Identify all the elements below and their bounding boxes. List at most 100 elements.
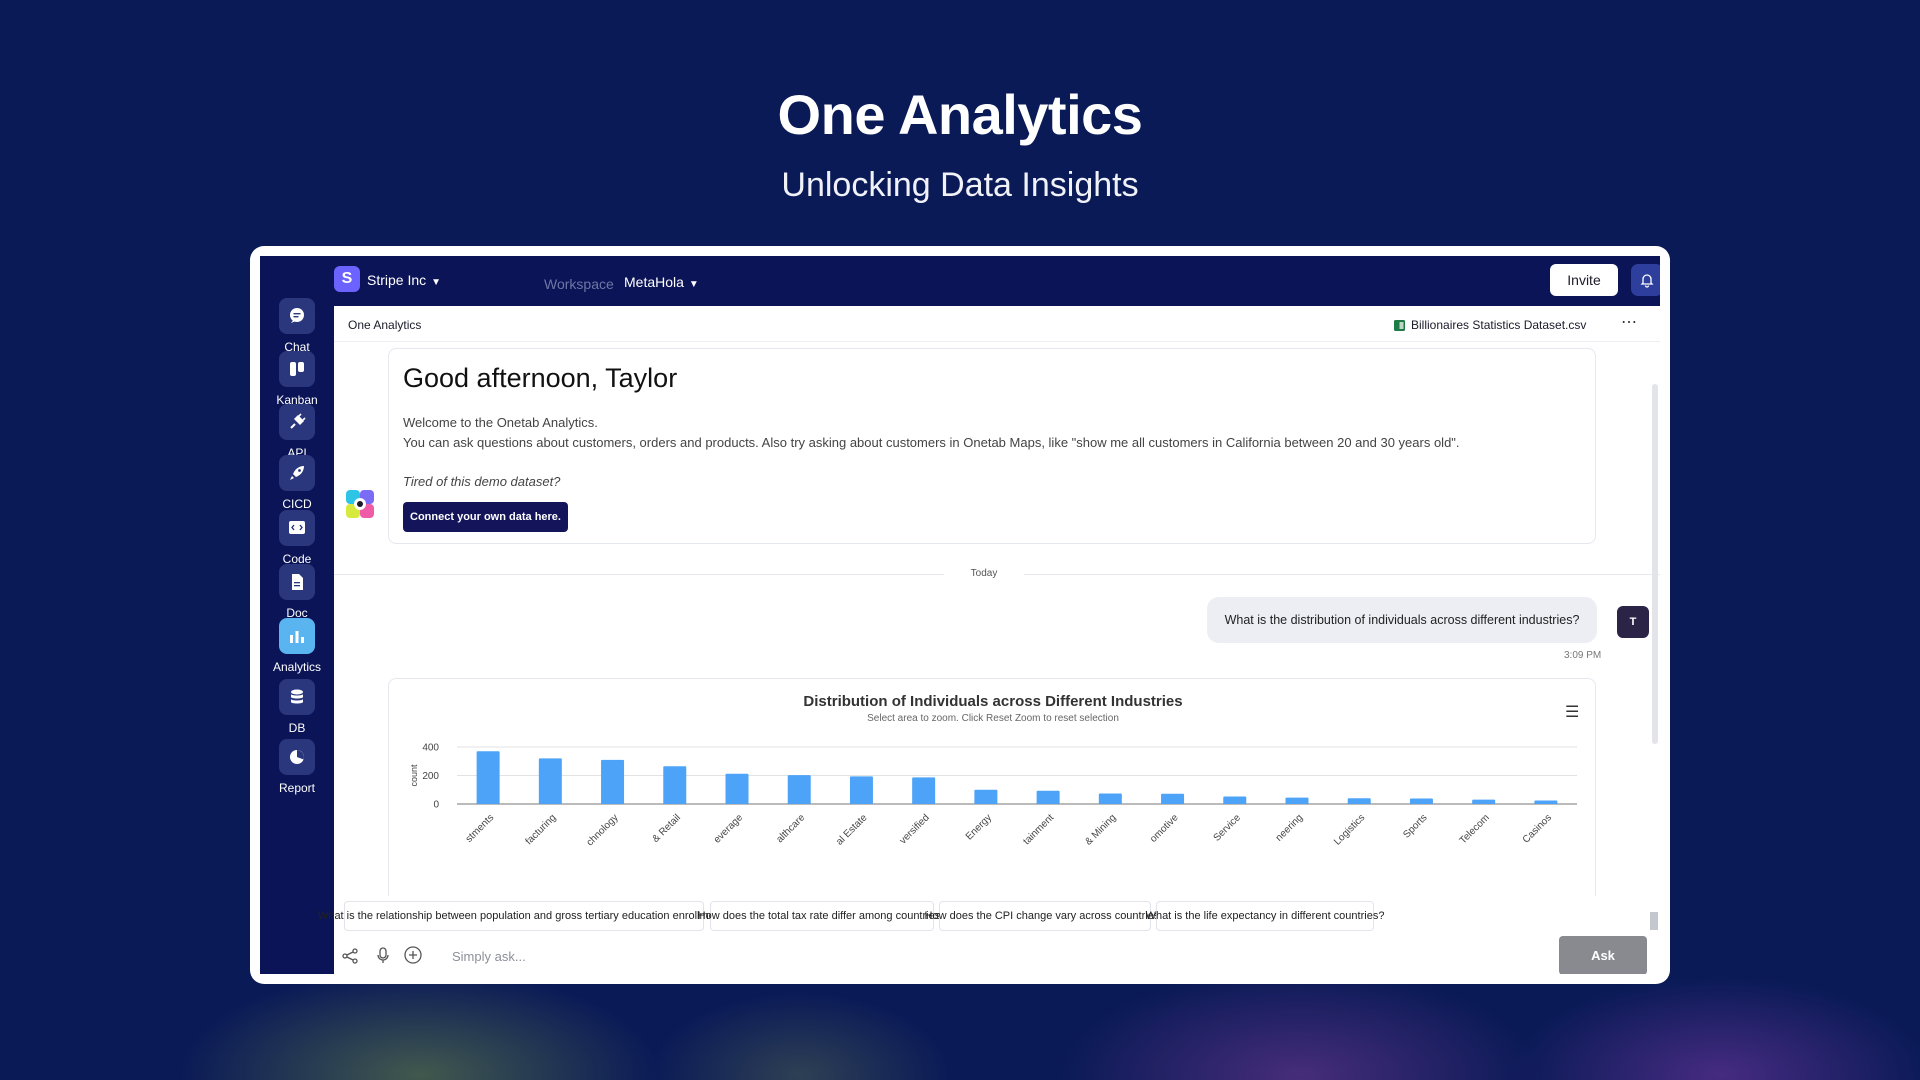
welcome-description: You can ask questions about customers, o… (403, 435, 1460, 450)
chart-card: Distribution of Individuals across Diffe… (388, 678, 1596, 896)
y-tick-label: 0 (433, 800, 439, 811)
x-tick-label: tainment (1021, 812, 1056, 847)
x-tick-label: Sports (1401, 812, 1429, 840)
bell-icon (1640, 274, 1654, 288)
sidebar-item-label: Analytics (272, 660, 322, 674)
org-switcher[interactable]: Stripe Inc ▼ (367, 272, 441, 288)
bar-chart-icon (279, 618, 315, 654)
chart-bar (663, 766, 687, 804)
more-options-button[interactable]: ⋯ (1621, 312, 1638, 332)
chart-bar (787, 775, 811, 804)
chat-icon (279, 298, 315, 334)
chart-bar (725, 773, 749, 804)
x-tick-label: stments (464, 812, 497, 845)
suggestion-chip[interactable]: What is the life expectancy in different… (1146, 901, 1384, 931)
chart-subtitle: Select area to zoom. Click Reset Zoom to… (867, 713, 1119, 724)
y-tick-label: 200 (422, 771, 439, 782)
chart-bar (538, 758, 562, 804)
y-axis-label: count (409, 764, 419, 787)
chat-scroll-area[interactable]: Good afternoon, Taylor Welcome to the On… (334, 343, 1660, 896)
connect-data-button[interactable]: Connect your own data here. (403, 502, 568, 532)
chevron-down-icon: ▼ (431, 277, 442, 288)
main-panel: One Analytics Billionaires Statistics Da… (318, 306, 1660, 974)
app-window: Chat Kanban API CICD Code Doc Analytics … (260, 256, 1660, 974)
suggestions-scrollbar[interactable] (1650, 912, 1658, 930)
chart-bar (1534, 800, 1558, 804)
x-tick-label: althcare (774, 812, 807, 845)
chart-title: Distribution of Individuals across Diffe… (803, 693, 1182, 710)
sidebar-item-db[interactable]: DB (260, 679, 334, 735)
sidebar-item-cicd[interactable]: CICD (260, 455, 334, 511)
org-name: Stripe Inc (367, 272, 427, 288)
x-tick-label: Energy (964, 812, 994, 842)
x-tick-label: & Retail (650, 812, 683, 845)
dataset-name: Billionaires Statistics Dataset.csv (1411, 318, 1587, 332)
microphone-icon[interactable] (376, 947, 390, 964)
sidebar-item-label: Report (278, 781, 316, 795)
top-bar: S Stripe Inc ▼ Workspace MetaHola ▼ Invite (334, 256, 1660, 306)
user-message-bubble: What is the distribution of individuals … (1207, 597, 1597, 643)
chart-menu-button[interactable]: ☰ (1565, 702, 1579, 722)
chart-bar (912, 777, 936, 804)
x-tick-label: al Estate (834, 812, 870, 848)
input-bar: Ask (334, 936, 1660, 974)
demo-dataset-note: Tired of this demo dataset? (403, 474, 561, 489)
divider-line (334, 574, 944, 575)
x-tick-label: chnology (585, 812, 621, 848)
sidebar-item-chat[interactable]: Chat (260, 298, 334, 354)
invite-button[interactable]: Invite (1550, 264, 1618, 296)
chart-bar (1161, 793, 1185, 804)
workspace-switcher[interactable]: MetaHola ▼ (624, 274, 699, 290)
spreadsheet-icon (1394, 319, 1405, 331)
x-tick-label: & Mining (1083, 812, 1118, 847)
chart-bar (1036, 790, 1060, 804)
dataset-selector[interactable]: Billionaires Statistics Dataset.csv (1394, 318, 1586, 332)
notifications-button[interactable] (1631, 264, 1660, 296)
sidebar-item-api[interactable]: API (260, 404, 334, 460)
sidebar-item-analytics[interactable]: Analytics (260, 618, 334, 674)
scrollbar[interactable] (1652, 384, 1658, 744)
chart-bar (849, 776, 873, 804)
welcome-card: Good afternoon, Taylor Welcome to the On… (388, 348, 1596, 544)
main-header: One Analytics Billionaires Statistics Da… (334, 306, 1660, 342)
org-logo: S (334, 266, 360, 292)
chart-bar (1098, 793, 1122, 804)
suggestion-chip[interactable]: How does the CPI change vary across coun… (925, 901, 1165, 931)
sidebar-item-kanban[interactable]: Kanban (260, 351, 334, 407)
sidebar: Chat Kanban API CICD Code Doc Analytics … (260, 256, 334, 974)
x-tick-label: facturing (524, 812, 559, 847)
chart-bar (1472, 799, 1496, 804)
database-icon (279, 679, 315, 715)
x-tick-label: versified (898, 812, 932, 846)
kanban-icon (279, 351, 315, 387)
suggestion-chip[interactable]: How does the total tax rate differ among… (698, 901, 946, 931)
bar-chart[interactable]: Distribution of Individuals across Diffe… (389, 679, 1596, 896)
x-tick-label: neering (1274, 812, 1305, 843)
welcome-text: Welcome to the Onetab Analytics. (403, 415, 598, 430)
ask-input[interactable] (452, 946, 1312, 966)
hero-title: One Analytics (777, 83, 1143, 146)
sidebar-item-report[interactable]: Report (260, 739, 334, 795)
chart-bar (1223, 796, 1247, 804)
date-divider: Today (970, 568, 998, 579)
hero-subtitle: Unlocking Data Insights (781, 166, 1139, 204)
x-tick-label: everage (712, 812, 746, 846)
x-tick-label: Logistics (1332, 812, 1367, 847)
app-frame: Chat Kanban API CICD Code Doc Analytics … (250, 246, 1670, 984)
bot-avatar-icon (346, 490, 374, 518)
workspace-label: Workspace (544, 276, 614, 292)
sidebar-item-code[interactable]: Code (260, 510, 334, 566)
y-tick-label: 400 (422, 743, 439, 754)
sidebar-item-label: DB (288, 721, 306, 735)
sidebar-item-doc[interactable]: Doc (260, 564, 334, 620)
code-icon (279, 510, 315, 546)
divider-line (1024, 574, 1660, 575)
share-icon[interactable] (342, 948, 358, 964)
chart-bar (1409, 798, 1433, 804)
add-icon[interactable] (404, 946, 422, 964)
ask-button[interactable]: Ask (1559, 936, 1647, 974)
chart-bar (476, 751, 500, 804)
x-tick-label: Telecom (1458, 812, 1492, 846)
chart-bar (1285, 797, 1309, 804)
suggestion-chip[interactable]: What is the relationship between populat… (318, 901, 730, 931)
